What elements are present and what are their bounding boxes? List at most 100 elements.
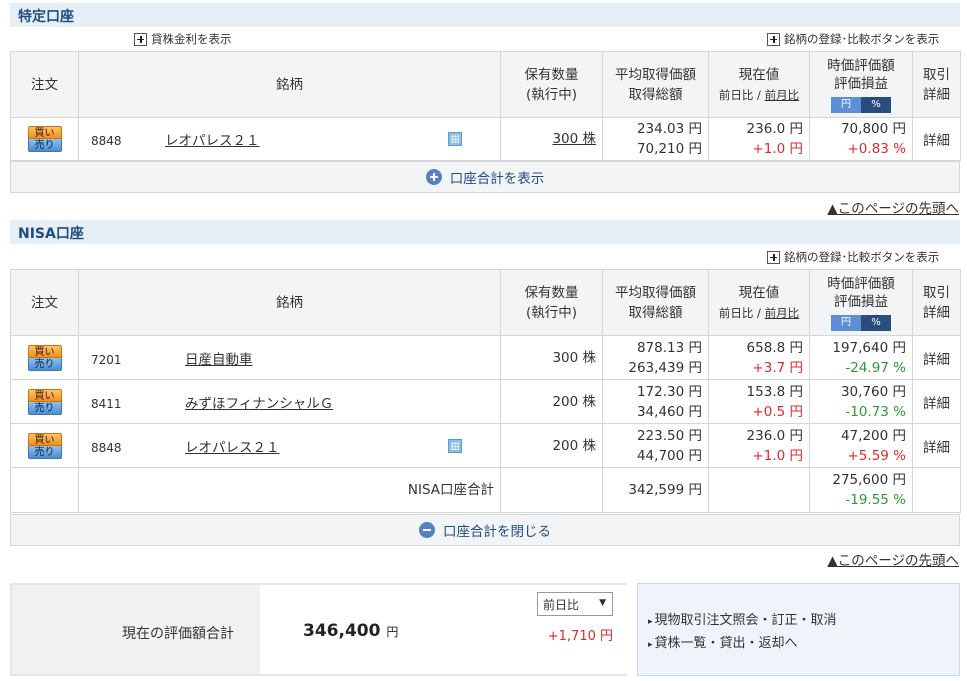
- col-qty: 保有数量 (執行中): [500, 269, 603, 336]
- total-cost: 263,439 円: [628, 359, 702, 376]
- yen-pct-toggle[interactable]: 円%: [831, 96, 891, 113]
- qty-cell: 200 株: [500, 379, 603, 424]
- nisa-holdings-table: 注文 銘柄 保有数量 (執行中) 平均取得価額 取得総額 現在値 前日比 / 前月比 …: [10, 269, 961, 513]
- nisa-total-cost: 342,599 円: [602, 467, 709, 513]
- sell-button[interactable]: 売り: [27, 139, 62, 152]
- avg-price: 234.03 円: [636, 121, 702, 137]
- stock-name-link[interactable]: レオパレス２１: [185, 440, 280, 456]
- qty-cell: 300 株: [500, 117, 603, 161]
- col-price: 現在値 前日比 / 前月比: [708, 269, 810, 336]
- page-top-link[interactable]: ▲このページの先頭へ: [827, 549, 959, 569]
- col-value: 時価評価額 評価損益円%: [809, 51, 913, 118]
- toggle-pct[interactable]: %: [861, 314, 891, 331]
- nisa-total-pl: -19.55 %: [845, 492, 906, 508]
- close-account-total-label: 口座合計を閉じる: [443, 524, 551, 540]
- nisa-total-label: NISA口座合計: [78, 467, 501, 513]
- show-compare-buttons-link[interactable]: 銘柄の登録･比較ボタンを表示: [767, 31, 939, 47]
- avg-price: 172.30 円: [636, 383, 702, 400]
- profit-loss: +0.83 %: [847, 141, 907, 157]
- profit-loss: -24.97 %: [845, 359, 906, 376]
- sell-button[interactable]: 売り: [27, 401, 62, 415]
- show-compare-buttons-link[interactable]: 銘柄の登録･比較ボタンを表示: [767, 249, 939, 265]
- stock-code: 8848: [91, 134, 122, 148]
- price-change: +3.7 円: [752, 359, 803, 376]
- stock-cell: 8848 レオパレス２１: [78, 423, 501, 468]
- table-header-row: 注文 銘柄 保有数量 (執行中) 平均取得価額 取得総額 現在値 前日比 / 前月比 …: [10, 51, 961, 118]
- sell-button[interactable]: 売り: [27, 357, 62, 371]
- order-inquiry-link[interactable]: ▸ 現物取引注文照会・訂正・取消: [648, 610, 959, 633]
- toggle-yen[interactable]: 円: [831, 96, 861, 113]
- avg-cell: 223.50 円 44,700 円: [602, 423, 709, 468]
- toggle-pct[interactable]: %: [861, 96, 891, 113]
- arrow-right-icon: ▸: [648, 617, 653, 627]
- qty-cell: 300 株: [500, 335, 603, 380]
- table-row: 買い 売り 8848 レオパレス２１ 200 株 223.50 円 44,700 円 …: [10, 423, 961, 468]
- stock-name-link[interactable]: みずほフィナンシャルＧ: [185, 396, 333, 412]
- avg-cell: 234.03 円 70,210 円: [602, 117, 709, 161]
- total-cost: 70,210 円: [636, 141, 702, 157]
- table-row: 買い 売り 8411 みずほフィナンシャルＧ 200 株 172.30 円 34,46…: [10, 379, 961, 424]
- current-price: 658.8 円: [746, 339, 803, 356]
- price-cell: 153.8 円 +0.5 円: [708, 379, 810, 424]
- order-cell: 買い 売り: [10, 117, 79, 161]
- qty-link[interactable]: 300 株: [552, 131, 596, 147]
- col-trade: 取引 詳細: [912, 51, 961, 118]
- buy-button[interactable]: 買い: [27, 388, 62, 402]
- calculator-icon[interactable]: [448, 132, 462, 146]
- stock-name-link[interactable]: レオパレス２１: [165, 133, 260, 149]
- buy-button[interactable]: 買い: [27, 126, 62, 139]
- show-lending-rate-link[interactable]: 貸株金利を表示: [134, 31, 232, 47]
- buy-button[interactable]: 買い: [27, 344, 62, 358]
- calculator-icon[interactable]: [448, 439, 462, 453]
- price-change: +0.5 円: [752, 403, 803, 420]
- price-change: +1.0 円: [752, 447, 803, 464]
- price-change: +1.0 円: [752, 141, 803, 157]
- col-price: 現在値 前日比 / 前月比: [708, 51, 810, 118]
- detail-link[interactable]: 詳細: [912, 379, 961, 424]
- avg-cell: 878.13 円 263,439 円: [602, 335, 709, 380]
- profit-loss: -10.73 %: [845, 403, 906, 420]
- price-cell: 658.8 円 +3.7 円: [708, 335, 810, 380]
- section-title-tokutei: 特定口座: [10, 3, 960, 27]
- avg-cell: 172.30 円 34,460 円: [602, 379, 709, 424]
- detail-link[interactable]: 詳細: [912, 117, 961, 161]
- valuation-total-diff: +1,710 円: [547, 629, 613, 644]
- avg-price: 878.13 円: [636, 339, 702, 356]
- compare-period-select[interactable]: 前日比: [537, 592, 613, 616]
- sort-day-change[interactable]: 前日比: [719, 88, 754, 102]
- valuation-total-value: 346,400 円: [303, 621, 399, 641]
- value-cell: 30,760 円 -10.73 %: [809, 379, 913, 424]
- toggle-yen[interactable]: 円: [831, 314, 861, 331]
- table-header-row: 注文 銘柄 保有数量 (執行中) 平均取得価額 取得総額 現在値 前日比 / 前月比 …: [10, 269, 961, 336]
- related-links-box: ▸ 現物取引注文照会・訂正・取消 ▸ 貸株一覧・貸出・返却へ: [637, 583, 960, 676]
- col-name: 銘柄: [78, 51, 501, 118]
- sort-day-change[interactable]: 前日比: [719, 306, 754, 320]
- order-cell: 買い 売り: [10, 335, 79, 380]
- show-account-total-button[interactable]: 口座合計を表示: [10, 161, 960, 193]
- page-top-link[interactable]: ▲このページの先頭へ: [827, 197, 959, 217]
- table-row: 買い 売り 8848 レオパレス２１ 300 株 234.03 円 70,210 円 …: [10, 117, 961, 161]
- stock-name-link[interactable]: 日産自動車: [185, 352, 253, 368]
- market-value: 47,200 円: [840, 427, 906, 444]
- valuation-total-box: 現在の評価額合計 346,400 円 前日比 +1,710 円: [10, 583, 627, 676]
- yen-pct-toggle[interactable]: 円%: [831, 314, 891, 331]
- market-value: 30,760 円: [840, 383, 906, 400]
- price-cell: 236.0 円 +1.0 円: [708, 117, 810, 161]
- stock-cell: 7201 日産自動車: [78, 335, 501, 380]
- market-value: 70,800 円: [840, 121, 906, 137]
- close-account-total-button[interactable]: 口座合計を閉じる: [10, 514, 960, 546]
- detail-link[interactable]: 詳細: [912, 423, 961, 468]
- buy-button[interactable]: 買い: [27, 432, 62, 446]
- valuation-total-label: 現在の評価額合計: [122, 626, 234, 642]
- detail-link[interactable]: 詳細: [912, 335, 961, 380]
- col-avg: 平均取得価額 取得総額: [602, 269, 709, 336]
- sort-month-change-link[interactable]: 前月比: [765, 88, 800, 102]
- sell-button[interactable]: 売り: [27, 445, 62, 459]
- lending-list-link[interactable]: ▸ 貸株一覧・貸出・返却へ: [648, 633, 959, 656]
- table-row: 買い 売り 7201 日産自動車 300 株 878.13 円 263,439 円 6…: [10, 335, 961, 380]
- show-account-total-label: 口座合計を表示: [449, 171, 545, 187]
- nisa-total-value-cell: 275,600 円 -19.55 %: [809, 467, 913, 513]
- stock-code: 8411: [91, 396, 122, 411]
- col-avg: 平均取得価額 取得総額: [602, 51, 709, 118]
- sort-month-change-link[interactable]: 前月比: [765, 306, 800, 320]
